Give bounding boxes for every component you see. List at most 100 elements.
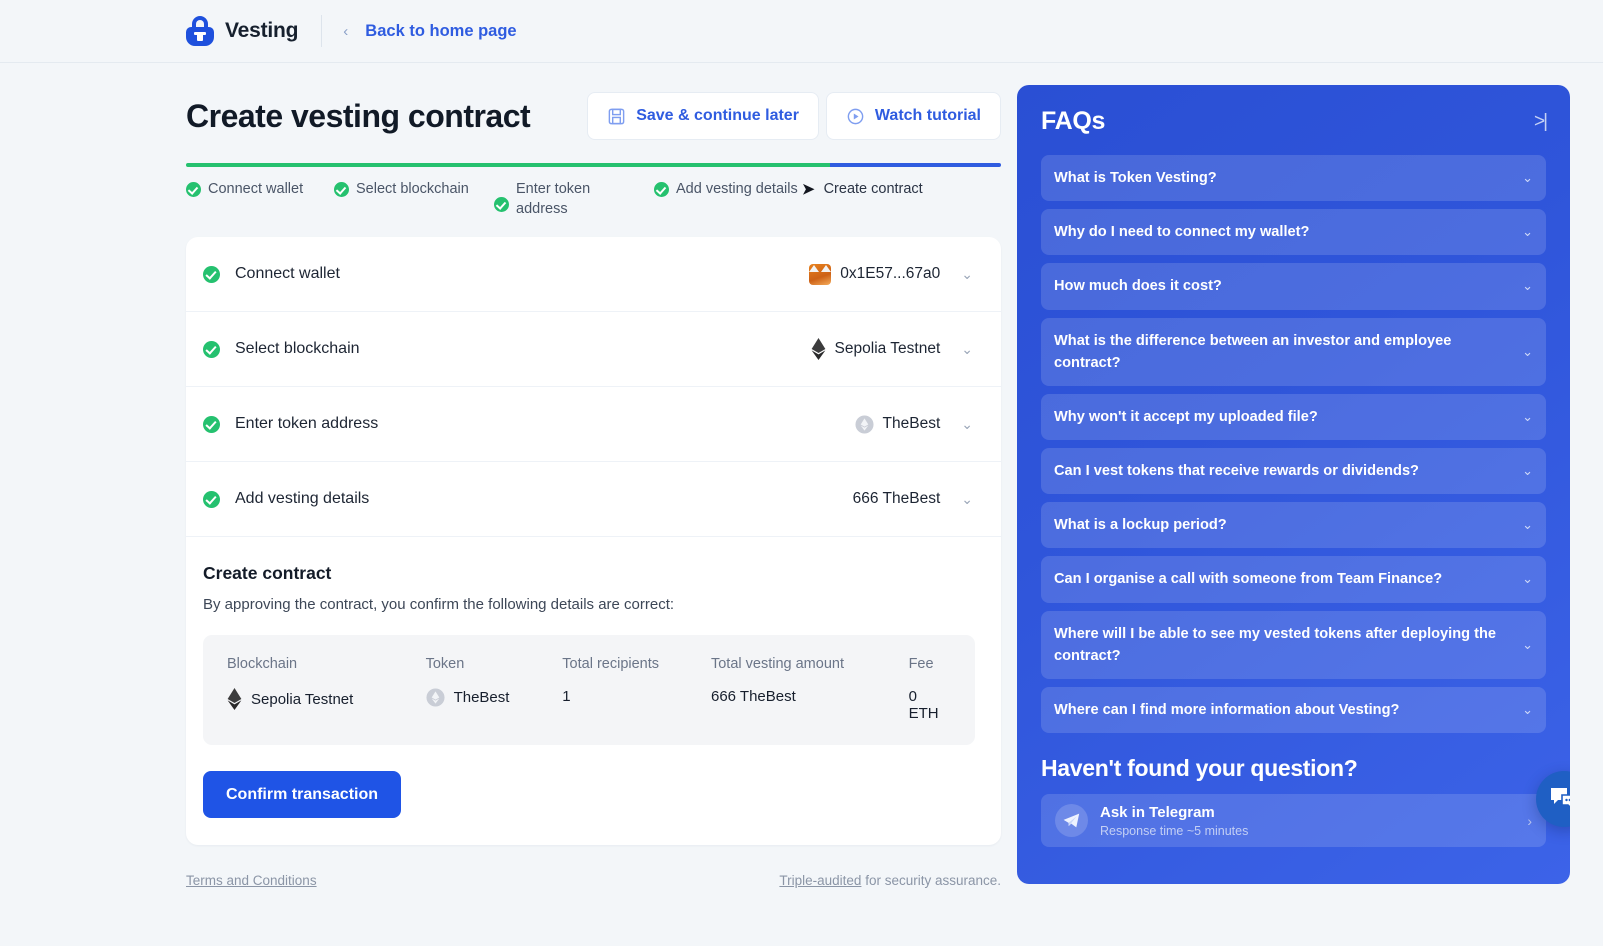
create-contract-title: Create contract — [203, 563, 975, 584]
brand-name: Vesting — [225, 19, 298, 43]
faq-item[interactable]: Can I organise a call with someone from … — [1041, 556, 1546, 602]
faq-item[interactable]: Why do I need to connect my wallet? ⌄ — [1041, 209, 1546, 255]
step-row-add-vesting-details[interactable]: Add vesting details 666 TheBest ⌄ — [186, 462, 1001, 537]
faq-question: Where will I be able to see my vested to… — [1054, 623, 1512, 667]
triple-audited-link[interactable]: Triple-audited — [779, 873, 861, 888]
summary-value: Sepolia Testnet — [227, 688, 426, 710]
check-icon — [203, 266, 220, 283]
summary-column-total-vesting-amount: Total vesting amount 666 TheBest — [711, 656, 909, 722]
chevron-down-icon[interactable]: ⌄ — [1522, 278, 1533, 294]
chevron-down-icon[interactable]: ⌄ — [961, 341, 973, 358]
save-button-label: Save & continue later — [636, 107, 799, 125]
ask-in-telegram-card[interactable]: Ask in Telegram Response time ~5 minutes… — [1041, 794, 1546, 847]
faq-item[interactable]: Where can I find more information about … — [1041, 687, 1546, 733]
step-row-enter-token-address[interactable]: Enter token address TheBest ⌄ — [186, 387, 1001, 462]
ethereum-icon — [227, 688, 242, 710]
vesting-amount: 666 TheBest — [853, 490, 941, 508]
summary-vesting-amount-value: 666 TheBest — [711, 688, 909, 705]
nav-divider — [321, 15, 322, 47]
stepper-item-select-blockchain[interactable]: Select blockchain — [334, 180, 494, 219]
chevron-down-icon[interactable]: ⌄ — [961, 266, 973, 283]
summary-header: Total recipients — [562, 656, 711, 672]
page-footer: Terms and Conditions Triple-audited for … — [186, 873, 1001, 888]
step-row-select-blockchain[interactable]: Select blockchain Sepolia Testnet ⌄ — [186, 312, 1001, 387]
top-navigation-bar: Vesting ‹ Back to home page — [0, 0, 1603, 63]
chevron-down-icon[interactable]: ⌄ — [1522, 517, 1533, 533]
back-to-home-link[interactable]: ‹ Back to home page — [343, 22, 516, 41]
stepper-label: Select blockchain — [356, 180, 469, 219]
summary-column-blockchain: Blockchain Sepolia Testnet — [227, 656, 426, 722]
chevron-down-icon[interactable]: ⌄ — [1522, 463, 1533, 479]
page-header: Create vesting contract Save & continue … — [186, 85, 1001, 147]
save-icon — [607, 107, 626, 126]
tutorial-button-label: Watch tutorial — [875, 107, 981, 125]
chevron-down-icon[interactable]: ⌄ — [1522, 637, 1533, 653]
stepper-item-add-vesting-details[interactable]: Add vesting details — [654, 180, 802, 219]
stepper-item-enter-token-address[interactable]: Enter token address — [494, 180, 654, 219]
check-icon — [203, 341, 220, 358]
chevron-down-icon[interactable]: ⌄ — [1522, 224, 1533, 240]
play-circle-icon — [846, 107, 865, 126]
chevron-right-icon: › — [1527, 813, 1532, 829]
wallet-address: 0x1E57...67a0 — [840, 265, 940, 283]
summary-header: Token — [426, 656, 563, 672]
arrow-right-icon: ➤ — [802, 180, 815, 219]
chevron-down-icon[interactable]: ⌄ — [961, 491, 973, 508]
chevron-down-icon[interactable]: ⌄ — [961, 416, 973, 433]
ethereum-icon — [811, 338, 826, 360]
faq-title: FAQs — [1041, 107, 1105, 136]
watch-tutorial-button[interactable]: Watch tutorial — [826, 92, 1001, 140]
progress-completed-segment — [186, 163, 830, 167]
summary-column-token: Token TheBest — [426, 656, 563, 722]
stepper-item-connect-wallet[interactable]: Connect wallet — [186, 180, 334, 219]
faq-item[interactable]: What is Token Vesting? ⌄ — [1041, 155, 1546, 201]
check-icon — [654, 182, 669, 197]
chevron-left-icon: ‹ — [343, 23, 348, 40]
chevron-down-icon[interactable]: ⌄ — [1522, 344, 1533, 360]
chevron-down-icon[interactable]: ⌄ — [1522, 170, 1533, 186]
create-contract-subtitle: By approving the contract, you confirm t… — [203, 596, 975, 613]
faq-question: Can I vest tokens that receive rewards o… — [1054, 460, 1419, 482]
faq-item[interactable]: Where will I be able to see my vested to… — [1041, 611, 1546, 679]
faq-item[interactable]: Why won't it accept my uploaded file? ⌄ — [1041, 394, 1546, 440]
summary-header: Fee — [909, 656, 951, 672]
step-row-connect-wallet[interactable]: Connect wallet 0x1E57...67a0 ⌄ — [186, 237, 1001, 312]
contract-summary-table: Blockchain Sepolia Testnet Token — [203, 635, 975, 745]
stepper-item-create-contract[interactable]: ➤ Create contract — [802, 180, 923, 219]
faq-item[interactable]: Can I vest tokens that receive rewards o… — [1041, 448, 1546, 494]
progress-bar — [186, 163, 1001, 167]
page-title: Create vesting contract — [186, 98, 587, 135]
stepper-label: Create contract — [824, 180, 923, 219]
chevron-down-icon[interactable]: ⌄ — [1522, 571, 1533, 587]
summary-column-total-recipients: Total recipients 1 — [562, 656, 711, 722]
save-and-continue-later-button[interactable]: Save & continue later — [587, 92, 819, 140]
faq-question: Where can I find more information about … — [1054, 699, 1399, 721]
terms-and-conditions-link[interactable]: Terms and Conditions — [186, 873, 317, 888]
collapse-panel-icon[interactable]: >| — [1534, 111, 1546, 133]
brand: Vesting — [186, 16, 298, 46]
token-icon — [855, 415, 874, 434]
telegram-icon — [1055, 804, 1088, 837]
chat-bubbles-icon — [1549, 786, 1570, 812]
step-row-value-group: 666 TheBest — [853, 490, 941, 508]
chevron-down-icon[interactable]: ⌄ — [1522, 702, 1533, 718]
chevron-down-icon[interactable]: ⌄ — [1522, 409, 1533, 425]
token-icon — [426, 688, 445, 707]
confirm-transaction-button[interactable]: Confirm transaction — [203, 771, 401, 818]
step-row-label: Select blockchain — [235, 340, 811, 358]
summary-fee-value: 0 ETH — [909, 688, 951, 722]
telegram-subtitle: Response time ~5 minutes — [1100, 824, 1248, 838]
faq-question: Why won't it accept my uploaded file? — [1054, 406, 1318, 428]
faq-item[interactable]: How much does it cost? ⌄ — [1041, 263, 1546, 309]
faq-item[interactable]: What is the difference between an invest… — [1041, 318, 1546, 386]
step-row-value-group: Sepolia Testnet — [811, 338, 941, 360]
faq-item[interactable]: What is a lockup period? ⌄ — [1041, 502, 1546, 548]
check-icon — [203, 491, 220, 508]
havent-found-question-title: Haven't found your question? — [1041, 755, 1546, 782]
summary-blockchain-value: Sepolia Testnet — [251, 691, 353, 708]
token-name: TheBest — [883, 415, 941, 433]
stepper: Connect wallet Select blockchain Enter t… — [186, 180, 1001, 219]
summary-token-value: TheBest — [454, 689, 510, 706]
step-row-value-group: 0x1E57...67a0 — [809, 264, 940, 285]
check-icon — [494, 197, 509, 212]
